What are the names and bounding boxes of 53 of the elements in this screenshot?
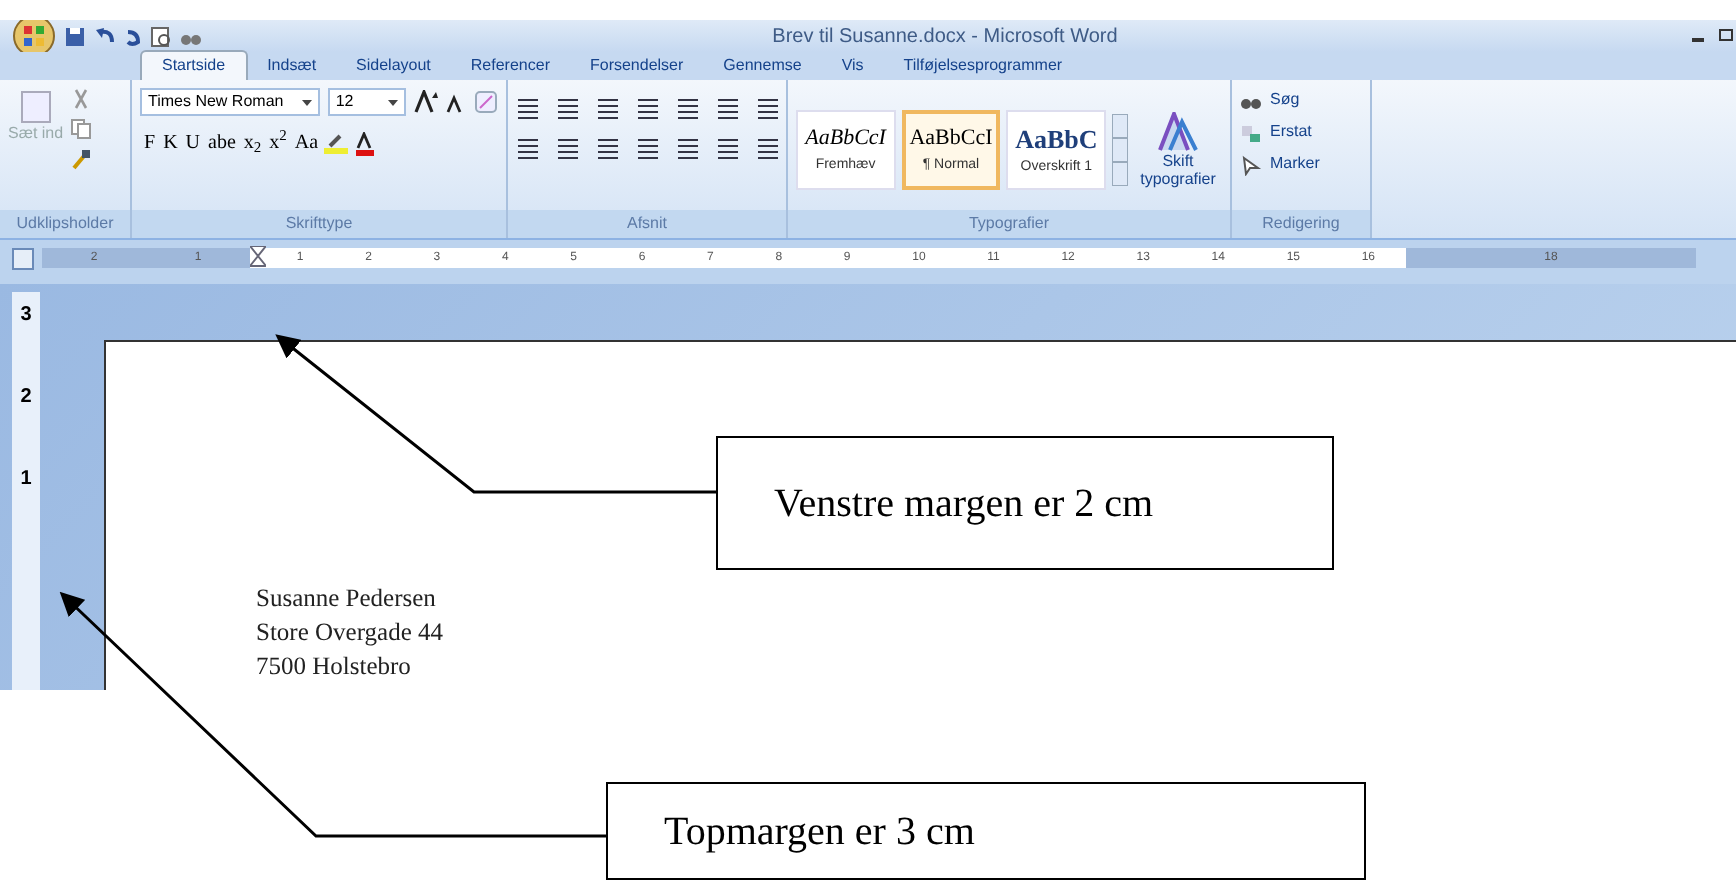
clear-formatting-icon[interactable] (474, 90, 498, 114)
scissors-icon[interactable] (69, 88, 92, 110)
group-label: Udklipsholder (0, 210, 130, 238)
copy-icon[interactable] (69, 118, 92, 140)
shrink-font-icon[interactable] (446, 90, 466, 114)
redo-icon[interactable] (124, 25, 142, 47)
print-preview-icon[interactable] (150, 25, 172, 47)
format-button[interactable]: U (181, 130, 205, 158)
ribbon-tab[interactable]: Tilføjelsesprogrammer (883, 52, 1083, 80)
address-line: Susanne Pedersen (256, 582, 438, 616)
format-painter-icon[interactable] (69, 148, 92, 170)
change-styles-button[interactable]: Skift typografier (1133, 111, 1223, 187)
group-label: Typografier (788, 210, 1230, 238)
ribbon-tab[interactable]: Indsæt (247, 52, 337, 80)
editing-command[interactable]: Søg (1240, 88, 1362, 112)
font-size-field[interactable]: 12 (327, 88, 406, 116)
letters-icon (1157, 111, 1198, 151)
group-label: Redigering (1232, 210, 1370, 238)
format-button[interactable]: x$^{2}$ (265, 130, 291, 158)
format-button[interactable]: K (159, 130, 182, 158)
save-icon[interactable] (64, 25, 86, 47)
group-label: Skrifttype (132, 210, 506, 238)
editing-command[interactable]: Marker (1240, 152, 1362, 176)
clipboard-icon (17, 88, 54, 124)
ribbon-tab[interactable]: Gennemse (703, 52, 822, 80)
restore-icon[interactable] (1716, 26, 1736, 46)
format-button[interactable]: Aa (290, 130, 323, 158)
callout-box: Topmargen er 3 cm (606, 782, 1366, 880)
address-line: Store Overgade 44 (256, 616, 445, 650)
replace-icon (1240, 121, 1262, 143)
caret-icon (301, 99, 312, 105)
ribbon-tab[interactable]: Forsendelser (569, 52, 704, 80)
ruler-number: 1 (20, 468, 32, 490)
font-name-field[interactable]: Times New Roman (140, 88, 320, 116)
cursor-icon (1240, 153, 1262, 175)
window-title: Brev til Susanne.docx - Microsoft Word (770, 23, 1120, 51)
address-line: 7500 Holstebro (256, 650, 413, 684)
format-button[interactable]: F (140, 130, 160, 158)
format-button[interactable]: abe (204, 130, 240, 158)
editing-command[interactable]: Erstat (1240, 120, 1362, 144)
format-button[interactable]: x$_{2}$ (239, 130, 266, 158)
caret-icon (388, 99, 398, 105)
ribbon-tab[interactable]: Vis (821, 52, 884, 80)
ribbon-tab[interactable]: Sidelayout (336, 52, 451, 80)
callout-box: Venstre margen er 2 cm (716, 436, 1334, 570)
ribbon-tab[interactable]: Startside (140, 50, 248, 80)
ruler-number: 2 (20, 386, 32, 408)
grow-font-icon[interactable] (414, 90, 438, 114)
undo-icon[interactable] (94, 25, 116, 47)
tab-selector[interactable] (12, 248, 34, 270)
ribbon-tab[interactable]: Referencer (450, 52, 570, 80)
group-label: Afsnit (508, 210, 786, 238)
ruler-number: 3 (20, 304, 32, 326)
